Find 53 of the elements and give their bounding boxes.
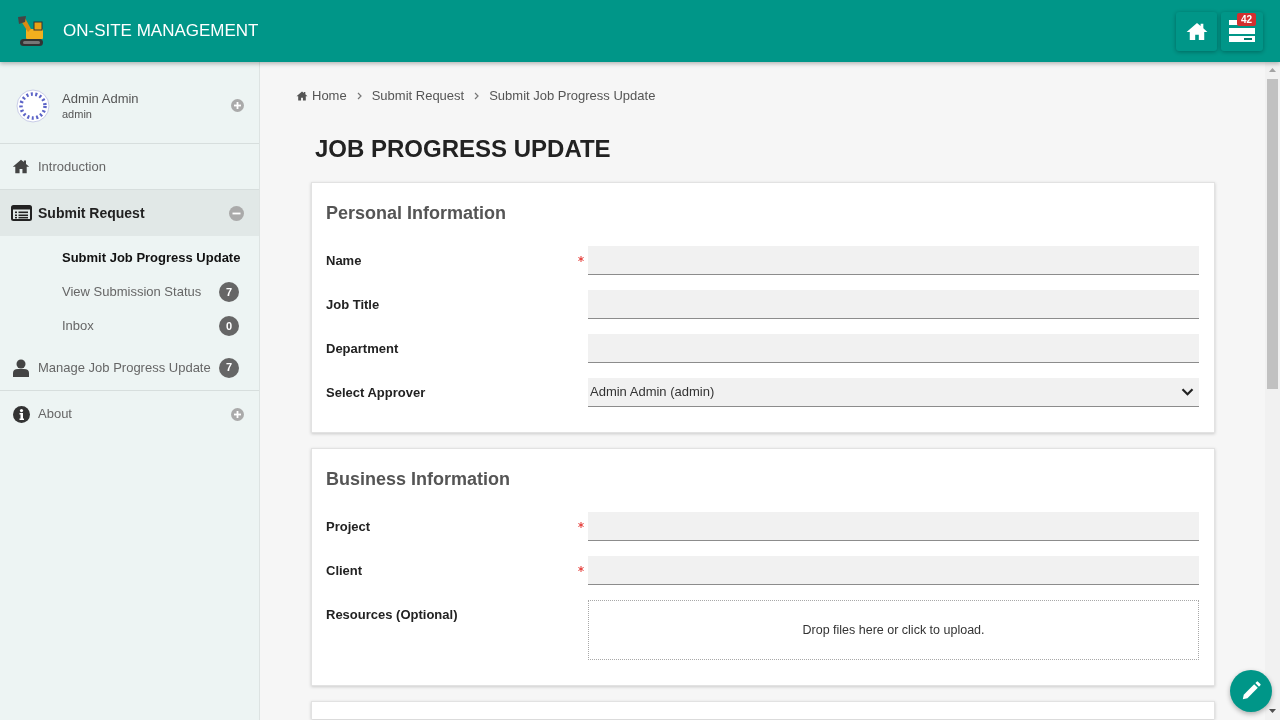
sidebar-subitem[interactable]: Inbox 0 <box>0 309 259 343</box>
home-button[interactable] <box>1176 11 1217 51</box>
field-label: Select Approver <box>326 384 426 401</box>
section-title: Business Information <box>326 468 512 490</box>
info-icon <box>12 405 30 423</box>
sidebar-item[interactable]: Submit Request <box>0 189 259 236</box>
count-badge: 7 <box>219 282 239 302</box>
sidebar-subitem[interactable]: Submit Job Progress Update <box>0 241 259 275</box>
text-field[interactable] <box>588 512 1199 541</box>
scrollbar-thumb[interactable] <box>1267 79 1278 389</box>
user-name: Admin Admin <box>62 90 140 107</box>
breadcrumb-current: Submit Job Progress Update <box>489 88 656 104</box>
plus-circle-icon[interactable] <box>231 99 244 112</box>
text-field[interactable] <box>588 246 1199 275</box>
home-icon <box>296 91 308 101</box>
text-field[interactable] <box>588 556 1199 585</box>
field-label: Name <box>326 252 362 269</box>
chevron-right-icon <box>474 92 480 100</box>
field-label: Department <box>326 340 399 357</box>
breadcrumb-link[interactable]: Home <box>312 88 347 104</box>
user-handle: admin <box>62 106 93 121</box>
field-label: Resources (Optional) <box>326 607 458 623</box>
field-label: Project <box>326 518 371 535</box>
sidebar-item[interactable]: About <box>0 390 259 437</box>
sidebar-subitem[interactable]: View Submission Status 7 <box>0 275 259 309</box>
home-icon <box>1185 21 1208 41</box>
plus-circle-icon[interactable] <box>231 407 244 421</box>
notifications-button[interactable]: 42 <box>1221 11 1263 51</box>
text-field[interactable] <box>588 290 1199 319</box>
notification-badge: 42 <box>1236 12 1256 26</box>
field-label: Client <box>326 562 363 579</box>
scroll-up-icon[interactable] <box>1269 68 1276 72</box>
section-title: Personal Information <box>326 202 508 224</box>
sidebar-item[interactable]: Introduction <box>0 144 259 189</box>
count-badge: 7 <box>219 357 239 378</box>
pencil-icon <box>1241 681 1261 701</box>
user-icon <box>13 358 29 377</box>
list-card-icon <box>10 205 32 221</box>
app-title: ON-SITE MANAGEMENT <box>63 20 259 43</box>
chevron-right-icon <box>356 92 362 100</box>
file-drop-zone[interactable]: Drop files here or click to upload. <box>588 600 1199 660</box>
minus-circle-icon[interactable] <box>229 205 244 221</box>
chevron-down-icon <box>1181 388 1194 396</box>
avatar-icon <box>16 88 50 123</box>
page-title: JOB PROGRESS UPDATE <box>315 135 612 163</box>
sidebar-item[interactable]: Manage Job Progress Update 7 <box>0 345 259 390</box>
dropdown-field[interactable]: Admin Admin (admin) <box>588 378 1199 407</box>
breadcrumb-link[interactable]: Submit Request <box>371 88 465 104</box>
text-field[interactable] <box>588 334 1199 363</box>
count-badge: 0 <box>219 316 239 336</box>
home-icon <box>12 159 30 174</box>
field-label: Job Title <box>326 296 380 313</box>
scroll-down-icon[interactable] <box>1269 709 1276 713</box>
